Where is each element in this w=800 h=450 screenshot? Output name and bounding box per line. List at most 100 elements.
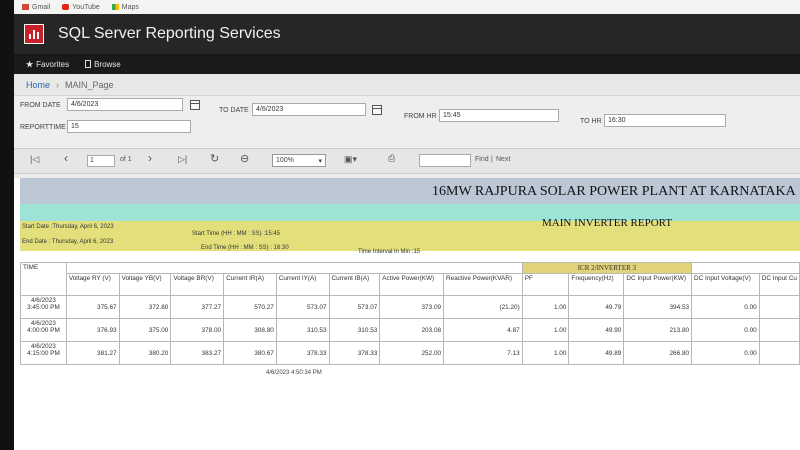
star-icon: ★ bbox=[26, 59, 34, 69]
table-cell: 7.13 bbox=[443, 341, 523, 365]
blank-header bbox=[65, 262, 523, 274]
breadcrumb-current: MAIN_Page bbox=[65, 79, 114, 90]
bookmark-gmail[interactable]: Gmail bbox=[22, 4, 50, 11]
youtube-icon bbox=[62, 4, 70, 10]
table-cell: 394.53 bbox=[623, 295, 693, 319]
report-toolbar: |◁ ‹ 1 of 1 › ▷| ↻ ⊖ 100% ▾ ▣▾ ⎙ Find | N… bbox=[14, 148, 800, 174]
table-cell: 378.00 bbox=[170, 318, 225, 342]
table-cell: 380.20 bbox=[118, 341, 172, 365]
last-page-icon[interactable]: ▷| bbox=[178, 154, 187, 165]
column-header: Voltage BR(V) bbox=[170, 273, 225, 296]
breadcrumb-home[interactable]: Home bbox=[26, 80, 50, 90]
column-header: DC Input Voltage(V) bbox=[691, 273, 760, 296]
report-subtitle: MAIN INVERTER REPORT bbox=[542, 217, 673, 229]
print-icon[interactable]: ⎙ bbox=[388, 153, 395, 164]
interval-text: Time Interval in Min :15 bbox=[358, 249, 421, 255]
page-count: of 1 bbox=[120, 156, 132, 163]
table-cell: 49.89 bbox=[568, 341, 625, 365]
zoom-value: 100% bbox=[276, 157, 294, 164]
nav-bar: ★ Favorites Browse bbox=[14, 54, 800, 74]
table-cell: 570.27 bbox=[223, 295, 277, 319]
inverter-table: TIME ICR 2/INVERTER 3 Voltage RY (V) Vol… bbox=[20, 262, 800, 365]
browse-label: Browse bbox=[94, 59, 121, 69]
to-date-input[interactable]: 4/6/2023 bbox=[252, 103, 366, 116]
column-header: PF bbox=[521, 273, 570, 296]
table-cell: 310.53 bbox=[275, 318, 330, 342]
table-cell: 375.00 bbox=[118, 318, 172, 342]
find-separator: | bbox=[491, 156, 493, 163]
back-to-parent-icon[interactable]: ⊖ bbox=[240, 152, 249, 165]
from-hr-input[interactable]: 15:45 bbox=[439, 109, 559, 122]
refresh-icon[interactable]: ↻ bbox=[210, 152, 219, 165]
bookmark-label: Gmail bbox=[32, 3, 51, 11]
first-page-icon[interactable]: |◁ bbox=[30, 154, 39, 165]
favorites-label: Favorites bbox=[36, 59, 70, 69]
table-row: 4/6/2023 4:00:00 PM 376.93 375.00 378.00… bbox=[20, 318, 800, 342]
table-cell: 308.80 bbox=[223, 318, 277, 342]
column-header: Frequency(Hz) bbox=[568, 273, 625, 296]
next-page-icon[interactable]: › bbox=[148, 151, 152, 165]
table-cell: 376.93 bbox=[65, 318, 120, 342]
bookmark-youtube[interactable]: YouTube bbox=[62, 4, 100, 11]
maps-icon bbox=[111, 4, 119, 10]
table-cell: 573.07 bbox=[328, 295, 381, 319]
reporttime-input[interactable]: 15 bbox=[67, 120, 191, 133]
bookmark-label: Maps bbox=[121, 3, 139, 11]
parameters-panel: FROM DATE 4/6/2023 TO DATE 4/6/2023 FROM… bbox=[14, 96, 800, 148]
report-title: 16MW RAJPURA SOLAR POWER PLANT AT KARNAT… bbox=[432, 184, 796, 199]
column-header: DC Input Cu bbox=[758, 273, 800, 296]
bookmark-maps[interactable]: Maps bbox=[111, 3, 139, 11]
column-header: Current IY(A) bbox=[275, 273, 330, 296]
table-cell: 381.27 bbox=[65, 341, 120, 365]
table-cell: 373.09 bbox=[379, 295, 445, 319]
table-cell: 310.53 bbox=[328, 318, 381, 342]
find-link[interactable]: Find bbox=[475, 156, 489, 163]
reporttime-label: REPORTTIME bbox=[20, 124, 66, 131]
from-hr-label: FROM HR bbox=[404, 113, 437, 120]
favorites-link[interactable]: ★ Favorites bbox=[26, 60, 69, 69]
ssrs-logo-icon bbox=[24, 24, 44, 44]
save-icon[interactable]: ▣▾ bbox=[344, 154, 357, 165]
column-header: Current IB(A) bbox=[328, 273, 381, 296]
table-cell bbox=[758, 341, 800, 365]
table-cell bbox=[758, 295, 800, 319]
calendar-icon[interactable] bbox=[372, 105, 382, 115]
to-hr-input[interactable]: 16:30 bbox=[604, 114, 726, 127]
calendar-icon[interactable] bbox=[190, 100, 200, 110]
table-cell: 266.80 bbox=[623, 341, 693, 365]
previous-page-icon[interactable]: ‹ bbox=[64, 151, 68, 165]
table-row: 4/6/2023 3:45:00 PM 375.67 372.80 377.27… bbox=[20, 295, 800, 319]
table-cell: 213.80 bbox=[623, 318, 693, 342]
table-cell: 380.67 bbox=[223, 341, 277, 365]
chevron-right-icon: › bbox=[56, 79, 60, 90]
to-date-label: TO DATE bbox=[219, 107, 249, 114]
table-cell: 49.90 bbox=[568, 318, 625, 342]
generated-timestamp: 4/6/2023 4:50:34 PM bbox=[266, 370, 322, 376]
start-date-text: Start Date :Thursday, April 6, 2023 bbox=[22, 224, 114, 230]
table-cell: 49.79 bbox=[568, 295, 625, 319]
from-date-label: FROM DATE bbox=[20, 102, 61, 109]
browser-screen: Gmail YouTube Maps SQL Server Reporting … bbox=[14, 0, 800, 450]
table-cell: 383.27 bbox=[170, 341, 225, 365]
table-cell: 203.08 bbox=[379, 318, 445, 342]
zoom-select[interactable]: 100% ▾ bbox=[272, 154, 326, 167]
browse-link[interactable]: Browse bbox=[85, 60, 121, 69]
page-number-input[interactable]: 1 bbox=[87, 155, 115, 167]
app-title: SQL Server Reporting Services bbox=[58, 25, 281, 42]
table-cell: 375.67 bbox=[65, 295, 120, 319]
blank-header bbox=[691, 262, 800, 274]
from-date-input[interactable]: 4/6/2023 bbox=[67, 98, 183, 111]
table-cell: 378.33 bbox=[328, 341, 381, 365]
table-cell: 252.00 bbox=[379, 341, 445, 365]
find-input[interactable] bbox=[419, 154, 471, 167]
end-date-text: End Date : Thursday, April 6, 2023 bbox=[22, 239, 114, 245]
time-cell: 4/6/2023 4:15:00 PM bbox=[20, 341, 67, 365]
bookmark-label: YouTube bbox=[72, 3, 100, 11]
app-header: SQL Server Reporting Services bbox=[14, 14, 800, 54]
next-link[interactable]: Next bbox=[496, 156, 510, 163]
column-header-row: Voltage RY (V) Voltage YB(V) Voltage BR(… bbox=[20, 273, 800, 296]
column-header: Current IR(A) bbox=[223, 273, 277, 296]
table-cell: 1.00 bbox=[521, 295, 570, 319]
column-header: Voltage YB(V) bbox=[118, 273, 172, 296]
column-header: Voltage RY (V) bbox=[65, 273, 120, 296]
